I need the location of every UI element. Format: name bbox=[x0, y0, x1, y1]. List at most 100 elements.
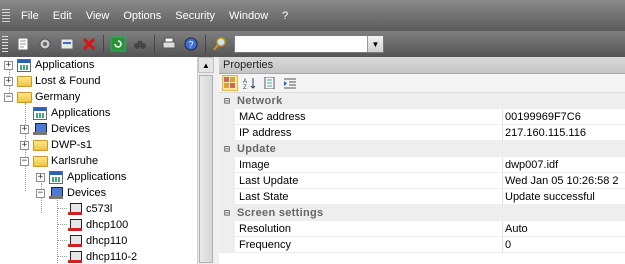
menu-window[interactable]: Window bbox=[222, 10, 275, 22]
tree-item-device[interactable]: dhcp100 bbox=[67, 217, 128, 233]
tree-collapse-toggle[interactable]: − bbox=[20, 156, 29, 166]
tree-item-device[interactable]: dhcp110 bbox=[67, 233, 127, 249]
property-row[interactable]: Resolution Auto bbox=[219, 221, 625, 237]
tree-collapse-toggle[interactable]: − bbox=[36, 188, 45, 198]
tree-item-label: Applications bbox=[51, 107, 111, 119]
toolbar-grip[interactable] bbox=[2, 36, 8, 52]
tree-item-applications[interactable]: + Applications bbox=[36, 169, 126, 185]
chevron-down-icon[interactable]: ▼ bbox=[367, 36, 383, 52]
property-name: Frequency bbox=[235, 237, 503, 253]
indent-icon[interactable] bbox=[282, 75, 298, 91]
device-red-icon bbox=[67, 250, 83, 264]
tree-item-dwp-s1[interactable]: + DWP-s1 bbox=[20, 137, 92, 153]
property-pages-icon[interactable] bbox=[262, 75, 278, 91]
collapse-icon[interactable]: ⊟ bbox=[219, 208, 235, 219]
properties-toolbar: AZ bbox=[219, 74, 625, 93]
property-value[interactable]: Wed Jan 05 10:26:58 2 bbox=[503, 173, 625, 189]
tree-connector bbox=[57, 224, 67, 225]
property-row[interactable]: Last State Update successful bbox=[219, 189, 625, 205]
menu-edit[interactable]: Edit bbox=[46, 10, 79, 22]
property-value[interactable]: Update successful bbox=[503, 189, 625, 205]
tree-connector bbox=[57, 256, 67, 257]
menu-bar: File Edit View Options Security Window ? bbox=[0, 0, 625, 31]
collapse-icon[interactable]: ⊟ bbox=[219, 96, 235, 107]
tree-expand-toggle[interactable]: + bbox=[20, 140, 29, 150]
category-screen-settings[interactable]: ⊟ Screen settings bbox=[219, 205, 625, 221]
tree-item-lost-found[interactable]: + Lost & Found bbox=[4, 73, 100, 89]
property-row[interactable]: MAC address 00199969F7C6 bbox=[219, 109, 625, 125]
new-icon[interactable] bbox=[13, 34, 33, 54]
property-value[interactable]: dwp007.idf bbox=[503, 157, 625, 173]
property-name: Image bbox=[235, 157, 503, 173]
category-label: Update bbox=[237, 143, 277, 155]
property-value[interactable]: Auto bbox=[503, 221, 625, 237]
scrollbar-thumb[interactable] bbox=[199, 75, 213, 263]
applications-icon bbox=[48, 170, 64, 184]
property-value[interactable]: 00199969F7C6 bbox=[503, 109, 625, 125]
folder-icon bbox=[32, 154, 48, 168]
tree-item-karlsruhe[interactable]: − Karlsruhe bbox=[20, 153, 98, 169]
print-icon[interactable] bbox=[159, 34, 179, 54]
tree-item-applications[interactable]: Applications bbox=[32, 105, 110, 121]
menu-file[interactable]: File bbox=[14, 10, 46, 22]
category-label: Screen settings bbox=[237, 207, 324, 219]
tree-expand-toggle[interactable]: + bbox=[4, 76, 13, 86]
folder-icon bbox=[16, 74, 32, 88]
menu-help[interactable]: ? bbox=[275, 10, 295, 22]
search-combobox[interactable]: ▼ bbox=[234, 35, 384, 53]
categorized-icon[interactable] bbox=[222, 75, 238, 91]
tree-item-device[interactable]: dhcp110-2 bbox=[67, 249, 137, 264]
property-row[interactable]: Frequency 0 bbox=[219, 237, 625, 253]
toolbar-separator bbox=[205, 35, 206, 53]
property-row[interactable]: Last Update Wed Jan 05 10:26:58 2 bbox=[219, 173, 625, 189]
tree-expand-toggle[interactable]: + bbox=[36, 172, 45, 182]
settings-icon[interactable] bbox=[35, 34, 55, 54]
svg-text:?: ? bbox=[188, 40, 193, 50]
property-row[interactable]: Image dwp007.idf bbox=[219, 157, 625, 173]
delete-icon[interactable] bbox=[79, 34, 99, 54]
tree-item-devices[interactable]: − Devices bbox=[36, 185, 106, 201]
scroll-up-icon[interactable]: ▲ bbox=[198, 57, 214, 73]
tree-item-device[interactable]: c573l bbox=[67, 201, 112, 217]
devices-icon bbox=[48, 186, 64, 200]
category-update[interactable]: ⊟ Update bbox=[219, 141, 625, 157]
property-name: Last Update bbox=[235, 173, 503, 189]
menubar-grip[interactable] bbox=[2, 8, 10, 23]
search-input[interactable] bbox=[235, 36, 367, 52]
property-name: MAC address bbox=[235, 109, 503, 125]
menu-security[interactable]: Security bbox=[168, 10, 222, 22]
property-value[interactable]: 0 bbox=[503, 237, 625, 253]
toolbar: ? ▼ bbox=[0, 31, 625, 57]
tree-item-label: Applications bbox=[67, 171, 127, 183]
tree-item-germany[interactable]: − Germany bbox=[4, 89, 80, 105]
device-red-icon bbox=[67, 234, 83, 248]
applications-icon bbox=[16, 58, 32, 72]
refresh-icon[interactable] bbox=[108, 34, 128, 54]
tree-connector bbox=[57, 208, 67, 209]
menu-options[interactable]: Options bbox=[116, 10, 168, 22]
property-row[interactable]: IP address 217.160.115.116 bbox=[219, 125, 625, 141]
tree-item-label: c573l bbox=[86, 203, 113, 215]
toolbar-separator bbox=[154, 35, 155, 53]
properties-title: Properties bbox=[219, 57, 625, 74]
tree-item-label: Devices bbox=[51, 123, 91, 135]
tree-item-label: Devices bbox=[67, 187, 107, 199]
menu-view[interactable]: View bbox=[79, 10, 117, 22]
property-value[interactable]: 217.160.115.116 bbox=[503, 125, 625, 141]
search-icon[interactable] bbox=[210, 34, 230, 54]
tree-scrollbar[interactable]: ▲ bbox=[197, 57, 214, 264]
properties-panel: Properties AZ ⊟ Network MAC address 0019… bbox=[219, 57, 625, 264]
tree-item-applications[interactable]: + Applications bbox=[4, 57, 94, 73]
tree-item-devices[interactable]: + Devices bbox=[20, 121, 90, 137]
properties-icon[interactable] bbox=[57, 34, 77, 54]
find-icon[interactable] bbox=[130, 34, 150, 54]
tree-expand-toggle[interactable]: + bbox=[20, 124, 29, 134]
sort-alphabetical-icon[interactable]: AZ bbox=[242, 75, 258, 91]
tree-collapse-toggle[interactable]: − bbox=[4, 92, 13, 102]
tree-expand-toggle[interactable]: + bbox=[4, 60, 13, 70]
tree-item-label: Applications bbox=[35, 59, 95, 71]
collapse-icon[interactable]: ⊟ bbox=[219, 144, 235, 155]
svg-text:Z: Z bbox=[243, 85, 247, 89]
help-icon[interactable]: ? bbox=[181, 34, 201, 54]
category-network[interactable]: ⊟ Network bbox=[219, 93, 625, 109]
